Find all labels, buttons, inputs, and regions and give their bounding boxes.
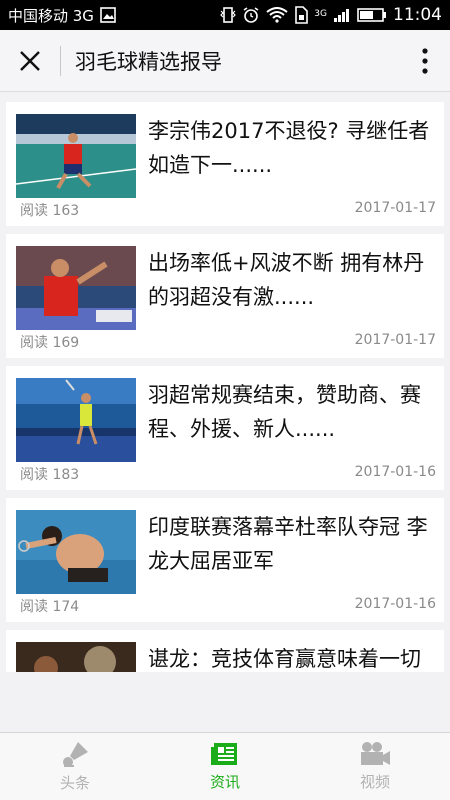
wifi-icon <box>266 7 288 23</box>
shuttlecock-icon <box>63 742 88 767</box>
nav-bar: 羽毛球精选报导 <box>0 30 450 92</box>
article-title: 出场率低+风波不断 拥有林丹的羽超没有激...... <box>148 251 425 309</box>
tab-label: 视频 <box>359 773 390 791</box>
article-thumbnail <box>16 114 136 198</box>
more-vertical-icon <box>422 47 428 74</box>
article-card[interactable]: 谌龙：竞技体育赢意味着一切 <box>6 630 444 672</box>
news-icon <box>211 743 237 765</box>
read-count: 阅读 163 <box>20 203 80 219</box>
article-card[interactable]: 印度联赛落幕辛杜率队夺冠 李龙大屈居亚军 阅读 174 2017-01-16 <box>6 498 444 622</box>
article-thumbnail <box>16 246 136 330</box>
tab-video[interactable]: 视频 <box>300 733 450 800</box>
clock-time: 11:04 <box>393 5 442 25</box>
read-count: 阅读 183 <box>20 467 80 483</box>
status-bar: 中国移动 3G 3G 11:04 <box>0 0 450 30</box>
article-thumbnail <box>16 510 136 594</box>
publish-date: 2017-01-16 <box>354 464 436 480</box>
signal-icon <box>334 9 349 22</box>
tab-headlines[interactable]: 头条 <box>0 733 150 800</box>
battery-icon <box>357 8 386 22</box>
tab-news[interactable]: 资讯 <box>150 733 300 800</box>
article-title: 羽超常规赛结束，赞助商、赛程、外援、新人...... <box>148 383 421 441</box>
article-card[interactable]: 羽超常规赛结束，赞助商、赛程、外援、新人...... 阅读 183 2017-0… <box>6 366 444 490</box>
article-thumbnail <box>16 642 136 672</box>
article-title: 李宗伟2017不退役? 寻继任者如造下一...... <box>148 119 430 177</box>
publish-date: 2017-01-17 <box>354 200 436 216</box>
read-count: 阅读 169 <box>20 335 80 351</box>
carrier-label: 中国移动 3G <box>8 6 94 25</box>
network-type-label: 3G <box>314 9 327 19</box>
article-card[interactable]: 出场率低+风波不断 拥有林丹的羽超没有激...... 阅读 169 2017-0… <box>6 234 444 358</box>
publish-date: 2017-01-17 <box>354 332 436 348</box>
more-button[interactable] <box>400 30 450 92</box>
article-title: 谌龙：竞技体育赢意味着一切 <box>148 647 421 671</box>
publish-date: 2017-01-16 <box>354 596 436 612</box>
close-button[interactable] <box>0 30 60 92</box>
bottom-tab-bar: 头条 资讯 视频 <box>0 732 450 800</box>
vibrate-icon <box>220 7 237 23</box>
close-icon <box>20 50 40 71</box>
video-camera-icon <box>361 742 390 765</box>
article-thumbnail <box>16 378 136 462</box>
tab-label: 资讯 <box>209 773 240 791</box>
tab-label: 头条 <box>59 774 90 792</box>
page-title: 羽毛球精选报导 <box>75 49 222 74</box>
article-list: 李宗伟2017不退役? 寻继任者如造下一...... 阅读 163 2017-0… <box>0 92 450 672</box>
article-title: 印度联赛落幕辛杜率队夺冠 李龙大屈居亚军 <box>148 515 428 573</box>
alarm-icon <box>243 7 259 23</box>
read-count: 阅读 174 <box>20 599 80 615</box>
gallery-icon <box>100 7 116 23</box>
article-card[interactable]: 李宗伟2017不退役? 寻继任者如造下一...... 阅读 163 2017-0… <box>6 102 444 226</box>
sim-icon <box>295 6 309 24</box>
